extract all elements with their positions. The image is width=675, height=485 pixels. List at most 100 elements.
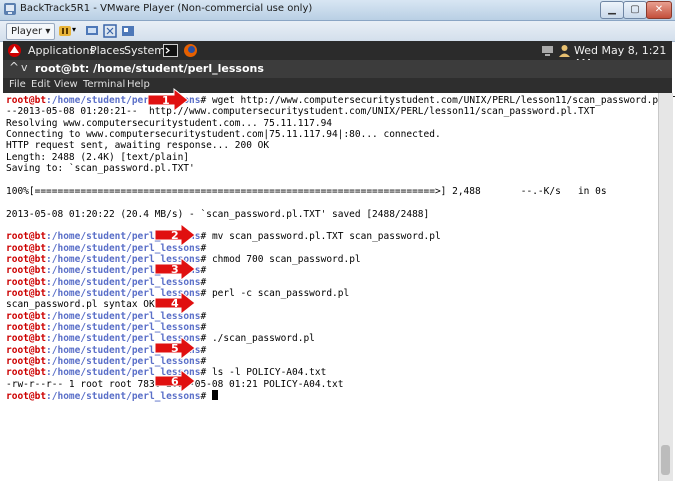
places-menu[interactable]: Places — [90, 44, 125, 57]
command-text: mv scan_password.pl.TXT scan_password.pl — [206, 231, 441, 243]
menu-edit[interactable]: Edit — [31, 79, 50, 90]
vmware-title-bar: BackTrack5R1 - VMware Player (Non-commer… — [0, 0, 675, 21]
terminal-prompt-line: root@bt:/home/student/perl_lessons# — [6, 311, 206, 322]
prompt-user: root@bt — [6, 253, 47, 265]
prompt-path: :/home/student/perl_lessons — [46, 391, 201, 403]
player-menu-button[interactable]: Player ▾ — [6, 23, 56, 40]
terminal-output-line: Connecting to www.computersecuritystuden… — [6, 129, 441, 141]
prompt-user: root@bt — [6, 265, 47, 277]
prompt-path: :/home/student/perl_lessons — [46, 95, 201, 106]
terminal-title-bar: ^ v root@bt: /home/student/perl_lessons — [3, 60, 672, 78]
terminal-prompt-line: root@bt:/home/student/perl_lessons# — [6, 243, 206, 254]
prompt-path: :/home/student/perl_lessons — [46, 231, 201, 243]
prompt-path: :/home/student/perl_lessons — [46, 322, 201, 333]
menu-view[interactable]: View — [54, 79, 78, 90]
prompt-path: :/home/student/perl_lessons — [46, 367, 201, 379]
menu-terminal[interactable]: Terminal — [83, 79, 125, 90]
menu-file[interactable]: File — [9, 79, 26, 90]
maximize-icon: ▢ — [630, 4, 640, 15]
prompt-user: root@bt — [6, 391, 47, 403]
terminal-launcher-icon[interactable] — [163, 43, 178, 58]
maximize-button[interactable]: ▢ — [623, 1, 647, 19]
terminal-prompt-line: root@bt:/home/student/perl_lessons# — [6, 356, 206, 367]
terminal-prompt-line: root@bt:/home/student/perl_lessons# perl… — [6, 288, 349, 299]
prompt-path: :/home/student/perl_lessons — [46, 265, 201, 277]
prompt-hash: # — [200, 265, 207, 277]
prompt-path: :/home/student/perl_lessons — [46, 344, 201, 356]
prompt-user: root@bt — [6, 333, 47, 345]
prompt-path: :/home/student/perl_lessons — [46, 356, 201, 368]
prompt-path: :/home/student/perl_lessons — [46, 333, 201, 345]
player-label: Player — [11, 26, 43, 37]
menu-help[interactable]: Help — [127, 79, 150, 90]
terminal-output-line: Resolving www.computersecuritystudent.co… — [6, 117, 333, 129]
terminal-output-line: scan_password.pl syntax OK — [6, 299, 155, 311]
command-text: wget http://www.computersecuritystudent.… — [206, 95, 675, 106]
prompt-hash: # — [200, 356, 207, 368]
terminal-output-line: Length: 2488 (2.4K) [text/plain] — [6, 151, 190, 163]
close-icon: ✕ — [654, 4, 664, 15]
scrollbar-thumb[interactable] — [661, 445, 670, 475]
terminal-prompt-line: root@bt:/home/student/perl_lessons# mv s… — [6, 231, 441, 242]
prompt-path: :/home/student/perl_lessons — [46, 242, 201, 254]
terminal-prompt-line: root@bt:/home/student/perl_lessons# ./sc… — [6, 333, 315, 344]
terminal-prompt-line: root@bt:/home/student/perl_lessons# wget… — [6, 95, 675, 106]
system-menu[interactable]: System — [124, 44, 165, 57]
prompt-path: :/home/student/perl_lessons — [46, 276, 201, 288]
send-ctrl-alt-del-icon[interactable] — [85, 24, 99, 38]
backtrack-dragon-icon — [8, 44, 21, 57]
terminal-output-line: -rw-r--r-- 1 root root 7836 2013-05-08 0… — [6, 378, 344, 390]
terminal-output-line: HTTP request sent, awaiting response... … — [6, 140, 270, 152]
terminal-prompt-line: root@bt:/home/student/perl_lessons# — [6, 322, 206, 333]
prompt-hash: # — [200, 276, 207, 288]
terminal-prompt-line: root@bt:/home/student/perl_lessons# — [6, 265, 206, 276]
terminal-title: root@bt: /home/student/perl_lessons — [35, 62, 264, 75]
terminal-scrollbar[interactable] — [658, 93, 673, 481]
terminal-prompt-line: root@bt:/home/student/perl_lessons# ls -… — [6, 367, 326, 378]
pause-icon[interactable] — [58, 24, 72, 38]
prompt-user: root@bt — [6, 242, 47, 254]
terminal-output-line: --2013-05-08 01:20:21-- http://www.compu… — [6, 106, 596, 118]
chevron-down-icon[interactable]: ▾ — [72, 25, 76, 34]
full-screen-icon[interactable] — [103, 24, 117, 38]
terminal-prompt-line: root@bt:/home/student/perl_lessons# — [6, 345, 206, 356]
terminal-prompt-line: root@bt:/home/student/perl_lessons# chmo… — [6, 254, 361, 265]
command-text: ./scan_password.pl — [206, 333, 315, 345]
prompt-user: root@bt — [6, 322, 47, 333]
chevron-down-icon: ▾ — [45, 26, 51, 37]
prompt-hash: # — [200, 242, 207, 254]
prompt-path: :/home/student/perl_lessons — [46, 310, 201, 322]
chevron-up-icon[interactable]: ^ — [9, 60, 19, 74]
terminal-output-line: 2013-05-08 01:20:22 (20.4 MB/s) - `scan_… — [6, 208, 430, 220]
minimize-icon: ▁ — [608, 4, 616, 15]
vmware-player-window: BackTrack5R1 - VMware Player (Non-commer… — [0, 0, 675, 485]
gnome-top-panel: Applications Places System Wed May 8, 1:… — [3, 41, 672, 70]
command-text: ls -l POLICY-A04.txt — [206, 367, 327, 379]
chevron-down-icon[interactable]: v — [21, 61, 28, 74]
terminal-menu-bar: File Edit View Terminal Help — [3, 78, 672, 93]
prompt-hash: # — [200, 344, 207, 356]
terminal-output-line: 100%[===================================… — [6, 185, 607, 197]
vmware-app-icon — [4, 3, 16, 15]
terminal-output-line: Saving to: `scan_password.pl.TXT' — [6, 163, 195, 175]
prompt-user: root@bt — [6, 95, 47, 106]
prompt-path: :/home/student/perl_lessons — [46, 287, 201, 299]
minimize-button[interactable]: ▁ — [600, 1, 624, 19]
prompt-hash: # — [200, 310, 207, 322]
applications-menu[interactable]: Applications — [28, 44, 95, 57]
text-cursor — [211, 390, 218, 401]
prompt-user: root@bt — [6, 344, 47, 356]
prompt-hash: # — [200, 322, 207, 333]
firefox-icon[interactable] — [183, 43, 198, 58]
network-icon[interactable] — [540, 43, 555, 58]
terminal-output[interactable]: root@bt:/home/student/perl_lessons# wget… — [3, 93, 675, 481]
command-text: chmod 700 scan_password.pl — [206, 253, 361, 265]
user-icon[interactable] — [557, 43, 572, 58]
close-button[interactable]: ✕ — [646, 1, 672, 19]
unity-icon[interactable] — [121, 24, 135, 38]
window-title: BackTrack5R1 - VMware Player (Non-commer… — [20, 3, 313, 14]
prompt-user: root@bt — [6, 367, 47, 379]
prompt-user: root@bt — [6, 276, 47, 288]
command-text: perl -c scan_password.pl — [206, 287, 350, 299]
vmware-toolbar: Player ▾ ▾ — [0, 21, 675, 42]
